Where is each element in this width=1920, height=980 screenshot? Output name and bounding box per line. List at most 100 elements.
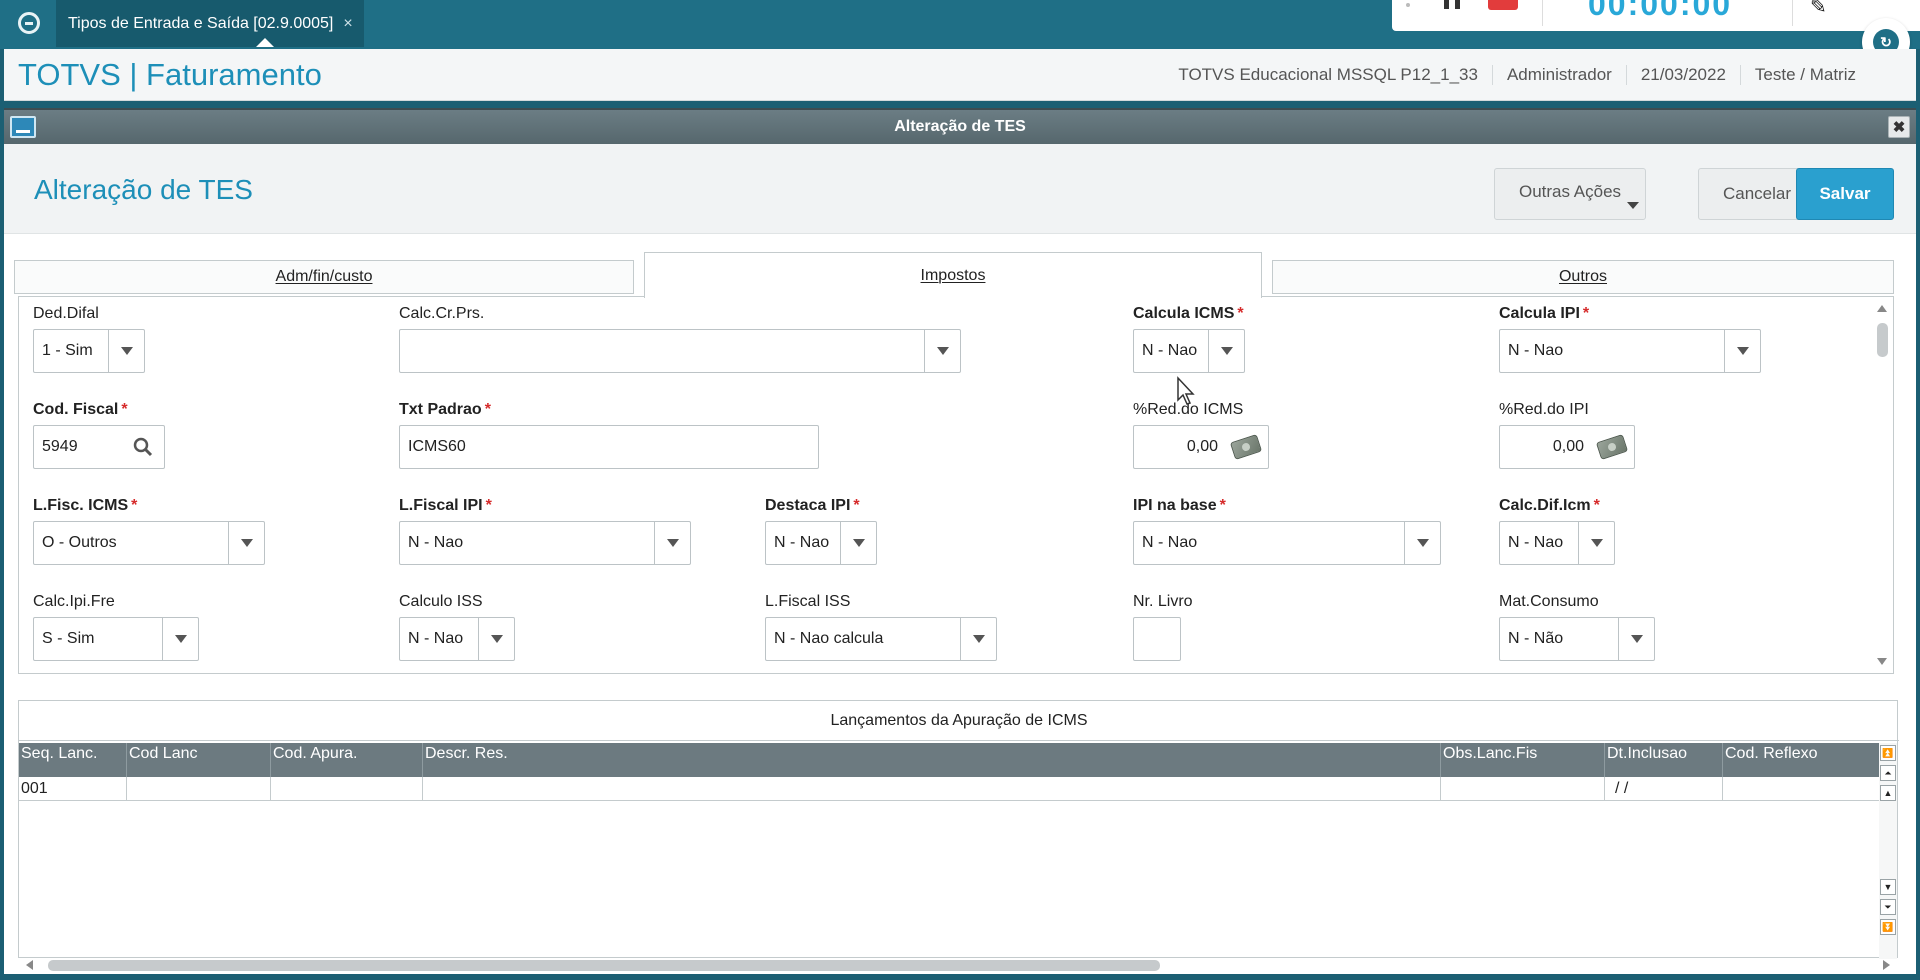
ipi-na-base-select[interactable]: N - Nao (1133, 521, 1441, 565)
calculo-iss-label: Calculo ISS (399, 593, 483, 610)
calc-dif-icm-label-text: Calc.Dif.Icm (1499, 497, 1591, 514)
calc-dif-icm-select[interactable]: N - Nao (1499, 521, 1615, 565)
lfiscal-ipi-select[interactable]: N - Nao (399, 521, 691, 565)
chevron-down-icon[interactable] (924, 330, 960, 372)
chevron-down-icon[interactable] (840, 522, 876, 564)
destaca-ipi-label: Destaca IPI * (765, 497, 860, 515)
app-tab[interactable]: Tipos de Entrada e Saída [02.9.0005] × (56, 0, 364, 47)
table-cell[interactable] (127, 777, 271, 801)
stop-icon[interactable] (1488, 0, 1518, 10)
chevron-down-icon[interactable] (108, 330, 144, 372)
scroll-left-icon[interactable] (26, 960, 33, 970)
txt-padrao-label-text: Txt Padrao (399, 401, 482, 418)
chevron-down-icon[interactable] (478, 618, 514, 660)
cod-fiscal-input[interactable]: 5949 (33, 425, 165, 469)
lfiscal-iss-value: N - Nao calcula (774, 630, 884, 647)
column-header[interactable]: Descr. Res. (423, 743, 1441, 777)
tab-adm-fin-custo[interactable]: Adm/fin/custo (14, 260, 634, 294)
red-ipi-label: %Red.do IPI (1499, 401, 1589, 418)
pause-icon[interactable] (1444, 0, 1460, 9)
chevron-down-icon[interactable] (1208, 330, 1244, 372)
table-cell[interactable]: / / (1605, 777, 1723, 801)
table-cell[interactable] (271, 777, 423, 801)
red-ipi-input[interactable]: 0,00 (1499, 425, 1635, 469)
dialog-title: Alteração de TES (894, 118, 1026, 135)
scroll-up-icon[interactable] (1877, 305, 1887, 312)
calcula-ipi-select[interactable]: N - Nao (1499, 329, 1761, 373)
red-icms-input[interactable]: 0,00 (1133, 425, 1269, 469)
mouse-cursor-icon (1177, 376, 1195, 405)
table-cell[interactable]: 001 (19, 777, 127, 801)
prev-record-icon[interactable]: ▲ (1880, 785, 1896, 801)
search-icon[interactable] (132, 436, 154, 458)
calc-ipi-fre-value: S - Sim (42, 630, 95, 647)
lfisc-icms-select[interactable]: O - Outros (33, 521, 265, 565)
nr-livro-label: Nr. Livro (1133, 593, 1193, 610)
dialog-titlebar: Alteração de TES ✖ (4, 108, 1916, 144)
cod-fiscal-label-text: Cod. Fiscal (33, 401, 119, 418)
tab-impostos[interactable]: Impostos (644, 252, 1262, 298)
txt-padrao-input[interactable]: ICMS60 (399, 425, 819, 469)
calculator-icon[interactable] (1595, 434, 1629, 460)
chevron-down-icon[interactable] (228, 522, 264, 564)
mat-consumo-select[interactable]: N - Não (1499, 617, 1655, 661)
home-icon[interactable] (14, 8, 44, 38)
chevron-down-icon[interactable] (1404, 522, 1440, 564)
grid-horizontal-scrollbar[interactable] (18, 958, 1898, 972)
page-down-icon[interactable]: ⏷ (1880, 899, 1896, 915)
scrollbar-thumb[interactable] (1877, 323, 1888, 357)
table-row[interactable]: 001 / / (19, 777, 1883, 801)
lfiscal-iss-label: L.Fiscal ISS (765, 593, 851, 610)
tes-dialog: Alteração de TES ✖ Alteração de TES Outr… (4, 108, 1916, 974)
calcula-icms-select[interactable]: N - Nao (1133, 329, 1245, 373)
tab-outros[interactable]: Outros (1272, 260, 1894, 294)
module-info: TOTVS Educacional MSSQL P12_1_33 Adminis… (1164, 65, 1870, 85)
mat-consumo-value: N - Não (1508, 630, 1564, 647)
recording-timer: 00:00:00 (1588, 0, 1733, 22)
first-record-icon[interactable]: ⏫ (1880, 745, 1896, 761)
column-header[interactable]: Dt.Inclusao (1605, 743, 1723, 777)
page-up-icon[interactable]: ⏶ (1880, 765, 1896, 781)
pen-icon[interactable]: ✎ (1810, 0, 1827, 19)
column-header[interactable]: Cod Lanc (127, 743, 271, 777)
chevron-down-icon[interactable] (654, 522, 690, 564)
calculo-iss-select[interactable]: N - Nao (399, 617, 515, 661)
chevron-down-icon[interactable] (1618, 618, 1654, 660)
other-actions-button[interactable]: Outras Ações (1494, 168, 1646, 220)
calcula-ipi-value: N - Nao (1508, 342, 1564, 359)
calc-ipi-fre-select[interactable]: S - Sim (33, 617, 199, 661)
column-header[interactable]: Cod. Apura. (271, 743, 423, 777)
branch-label[interactable]: Teste / Matriz (1739, 65, 1870, 85)
chevron-down-icon[interactable] (1578, 522, 1614, 564)
table-cell[interactable] (1723, 777, 1883, 801)
environment-label[interactable]: TOTVS Educacional MSSQL P12_1_33 (1164, 65, 1492, 85)
form-scrollbar[interactable] (1873, 299, 1891, 671)
ded-difal-select[interactable]: 1 - Sim (33, 329, 145, 373)
scroll-right-icon[interactable] (1883, 960, 1890, 970)
calc-cr-prs-select[interactable] (399, 329, 961, 373)
user-label[interactable]: Administrador (1491, 65, 1626, 85)
column-header[interactable]: Seq. Lanc. (19, 743, 127, 777)
scrollbar-thumb[interactable] (48, 960, 1160, 971)
chevron-down-icon[interactable] (162, 618, 198, 660)
scroll-down-icon[interactable] (1877, 658, 1887, 665)
column-header[interactable]: Cod. Reflexo (1723, 743, 1883, 777)
destaca-ipi-select[interactable]: N - Nao (765, 521, 877, 565)
chevron-down-icon[interactable] (1724, 330, 1760, 372)
table-cell[interactable] (1441, 777, 1605, 801)
last-record-icon[interactable]: ⏬ (1880, 919, 1896, 935)
chevron-down-icon[interactable] (960, 618, 996, 660)
next-record-icon[interactable]: ▼ (1880, 879, 1896, 895)
lfiscal-iss-select[interactable]: N - Nao calcula (765, 617, 997, 661)
close-tab-icon[interactable]: × (343, 15, 352, 33)
calcula-icms-value: N - Nao (1142, 342, 1198, 359)
calculator-icon[interactable] (1229, 434, 1263, 460)
chevron-down-icon (1627, 202, 1639, 209)
close-dialog-button[interactable]: ✖ (1888, 116, 1910, 138)
nr-livro-input[interactable] (1133, 617, 1181, 661)
save-button[interactable]: Salvar (1796, 168, 1894, 220)
column-header[interactable]: Obs.Lanc.Fis (1441, 743, 1605, 777)
table-cell[interactable] (423, 777, 1441, 801)
calc-dif-icm-value: N - Nao (1508, 534, 1564, 551)
date-label[interactable]: 21/03/2022 (1625, 65, 1740, 85)
